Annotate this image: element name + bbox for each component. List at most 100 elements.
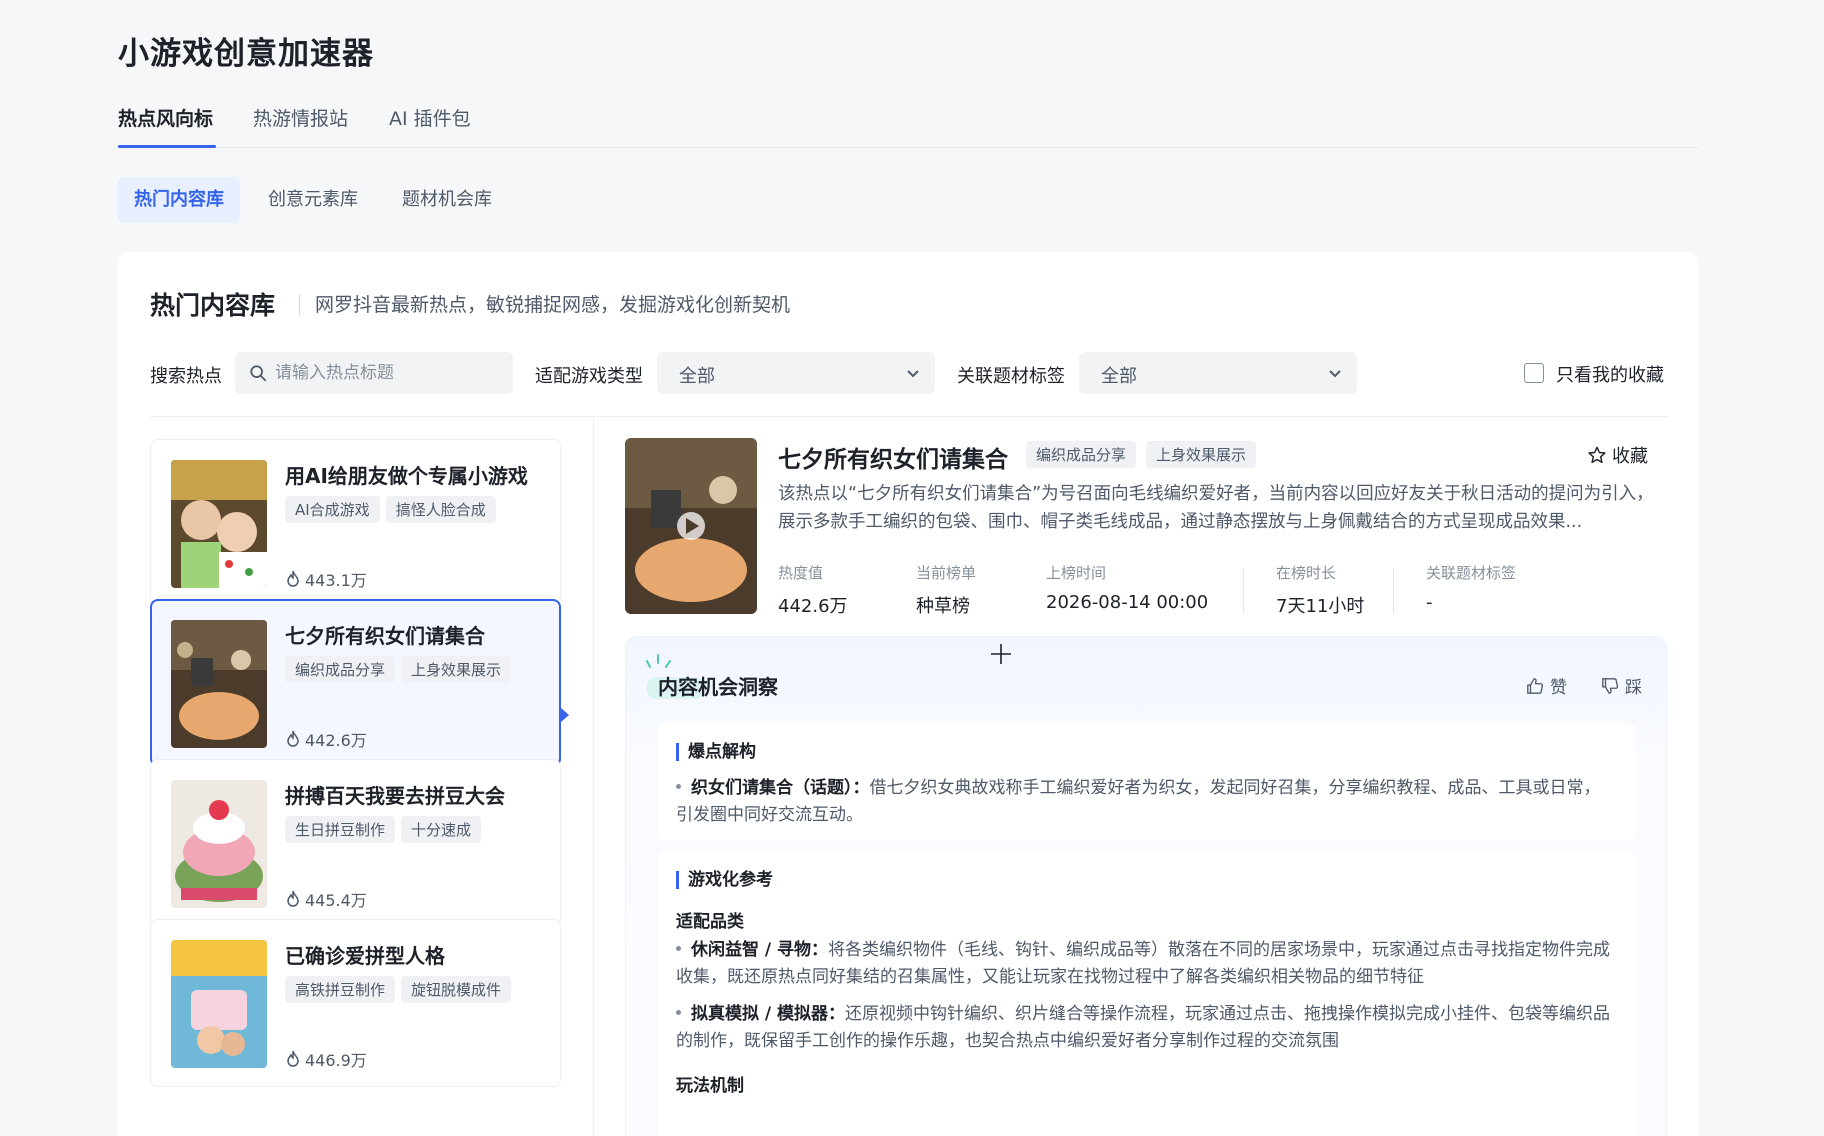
stat-divider	[1393, 568, 1394, 614]
card-heat-value: 446.9万	[305, 1051, 367, 1070]
detail-title: 七夕所有织女们请集合	[778, 447, 1008, 473]
title-divider	[299, 294, 300, 316]
insight-title: 内容机会洞察	[658, 675, 778, 699]
card-tags: 生日拼豆制作 十分速成	[285, 816, 482, 843]
subheading-category: 适配品类	[676, 912, 744, 932]
card-heat: 443.1万	[285, 567, 367, 591]
card-tags: 编织成品分享 上身效果展示	[285, 656, 512, 683]
stat-theme-tag: 关联题材标签 -	[1426, 562, 1516, 613]
card-heat-value: 443.1万	[305, 571, 367, 590]
flame-icon	[287, 890, 299, 907]
card-heat: 446.9万	[285, 1047, 367, 1071]
stat-divider	[1243, 568, 1244, 614]
subtab-hot-content[interactable]: 热门内容库	[118, 177, 240, 223]
detail-tag: 编织成品分享	[1026, 441, 1137, 468]
favorites-label: 只看我的收藏	[1556, 365, 1664, 386]
sparkle-icon	[646, 654, 671, 668]
card-tag: 上身效果展示	[401, 656, 512, 683]
main-tabs: 热点风向标 热游情报站 AI 插件包	[118, 96, 1698, 148]
column-divider	[593, 417, 594, 1136]
hot-content-card[interactable]: 已确诊爱拼型人格 高铁拼豆制作 旋钮脱模成件 446.9万	[150, 919, 561, 1087]
search-icon	[250, 365, 267, 382]
card-title: 已确诊爱拼型人格	[285, 944, 445, 968]
stat-key: 热度值	[778, 564, 824, 582]
hot-content-card[interactable]: 拼搏百天我要去拼豆大会 生日拼豆制作 十分速成 445.4万	[150, 759, 561, 927]
section-gamification: 游戏化参考 适配品类 休闲益智 / 寻物：将各类编织物件（毛线、钩针、编织成品等…	[658, 851, 1636, 1136]
panel-title: 热门内容库	[150, 291, 276, 320]
card-heat-value: 445.4万	[305, 891, 367, 910]
card-tag: 旋钮脱模成件	[401, 976, 512, 1003]
flame-icon	[287, 570, 299, 587]
stat-key: 上榜时间	[1046, 564, 1107, 582]
stat-heat: 热度值 442.6万	[778, 562, 848, 618]
like-label: 赞	[1550, 678, 1567, 698]
card-title: 用AI给朋友做个专属小游戏	[285, 464, 528, 488]
card-tags: 高铁拼豆制作 旋钮脱模成件	[285, 976, 512, 1003]
star-icon	[1588, 446, 1606, 464]
active-tab-indicator	[118, 145, 216, 148]
card-tag: 十分速成	[401, 816, 482, 843]
tab-ai-plugins[interactable]: AI 插件包	[389, 104, 471, 131]
game-type-select[interactable]: 全部	[657, 352, 935, 394]
section-title: 游戏化参考	[676, 871, 773, 889]
card-thumbnail	[171, 940, 267, 1068]
subtab-creative-elements[interactable]: 创意元素库	[252, 177, 374, 223]
bullet-term: 织女们请集合（话题）：	[691, 778, 870, 798]
stat-board: 当前榜单 种草榜	[916, 562, 976, 618]
panel-subtitle: 网罗抖音最新热点，敏锐捕捉网感，发掘游戏化创新契机	[315, 294, 791, 316]
subheading-mechanics: 玩法机制	[676, 1076, 744, 1096]
stat-value: -	[1426, 592, 1433, 613]
theme-tag-value: 全部	[1101, 366, 1137, 387]
hot-content-card[interactable]: 用AI给朋友做个专属小游戏 AI合成游戏 搞怪人脸合成 443.1万	[150, 439, 561, 607]
stat-list-time: 上榜时间 2026-08-14 00:00	[1046, 562, 1208, 613]
card-tag: 搞怪人脸合成	[385, 496, 496, 523]
filter-divider	[150, 416, 1668, 417]
card-tag: 高铁拼豆制作	[285, 976, 396, 1003]
stat-value: 种草榜	[916, 596, 970, 617]
card-heat: 442.6万	[285, 727, 367, 751]
detail-video-thumbnail[interactable]	[625, 438, 757, 614]
bullet-term: 拟真模拟 / 模拟器：	[691, 1004, 846, 1024]
stat-value: 442.6万	[778, 596, 848, 617]
favorite-label: 收藏	[1612, 446, 1648, 467]
gamification-bullet: 拟真模拟 / 模拟器：还原视频中钩针编织、织片缝合等操作流程，玩家通过点击、拖拽…	[676, 1001, 1616, 1055]
insight-panel: 内容机会洞察 赞 踩 爆点解构 织女们请集合（话题）：借七夕织女典故戏称手工编织…	[625, 636, 1667, 1136]
card-title: 拼搏百天我要去拼豆大会	[285, 784, 505, 808]
subtab-theme-opportunities[interactable]: 题材机会库	[386, 177, 508, 223]
crosshair-cursor-icon	[991, 644, 1011, 664]
hot-content-card-selected[interactable]: 七夕所有织女们请集合 编织成品分享 上身效果展示 442.6万	[150, 599, 561, 767]
card-tag: AI合成游戏	[285, 496, 380, 523]
dislike-button[interactable]: 踩	[1601, 673, 1642, 698]
chevron-down-icon	[1329, 370, 1341, 378]
card-thumbnail	[171, 460, 267, 588]
card-heat-value: 442.6万	[305, 731, 367, 750]
tab-hot-trends[interactable]: 热点风向标	[118, 104, 213, 131]
favorites-checkbox[interactable]	[1524, 363, 1544, 383]
search-label: 搜索热点	[150, 366, 222, 387]
card-thumbnail	[171, 620, 267, 748]
card-tag: 生日拼豆制作	[285, 816, 396, 843]
bullet-term: 休闲益智 / 寻物：	[691, 940, 829, 960]
stat-key: 在榜时长	[1276, 564, 1337, 582]
theme-tag-label: 关联题材标签	[957, 366, 1065, 387]
stat-key: 当前榜单	[916, 564, 977, 582]
stat-duration: 在榜时长 7天11小时	[1276, 562, 1364, 618]
flame-icon	[287, 1050, 299, 1067]
favorite-button[interactable]: 收藏	[1588, 442, 1648, 468]
game-type-label: 适配游戏类型	[535, 366, 643, 387]
detail-description: 该热点以“七夕所有织女们请集合”为号召面向毛线编织爱好者，当前内容以回应好友关于…	[778, 484, 1654, 532]
app-title: 小游戏创意加速器	[118, 36, 374, 72]
card-tag: 编织成品分享	[285, 656, 396, 683]
breakdown-bullet: 织女们请集合（话题）：借七夕织女典故戏称手工编织爱好者为织女，发起同好召集，分享…	[676, 775, 1616, 829]
search-input[interactable]	[275, 352, 505, 394]
theme-tag-select[interactable]: 全部	[1079, 352, 1357, 394]
tab-hot-games[interactable]: 热游情报站	[253, 104, 348, 131]
dislike-label: 踩	[1625, 678, 1642, 698]
stat-key: 关联题材标签	[1426, 564, 1517, 582]
like-button[interactable]: 赞	[1526, 673, 1567, 698]
detail-tags: 编织成品分享 上身效果展示	[1026, 441, 1257, 468]
section-title: 爆点解构	[676, 743, 756, 761]
card-heat: 445.4万	[285, 887, 367, 911]
card-title: 七夕所有织女们请集合	[285, 624, 485, 648]
content-panel: 热门内容库 网罗抖音最新热点，敏锐捕捉网感，发掘游戏化创新契机 搜索热点 适配游…	[118, 252, 1698, 1136]
